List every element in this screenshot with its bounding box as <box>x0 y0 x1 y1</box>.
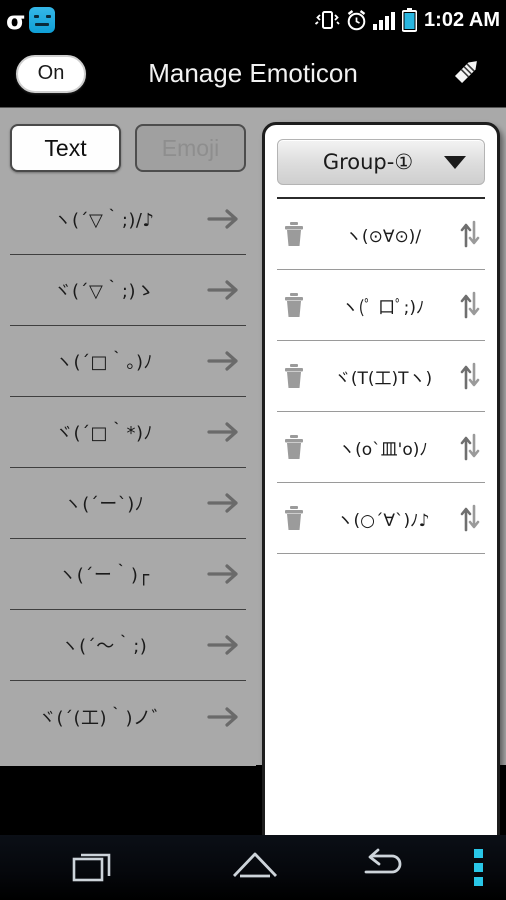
add-to-group-arrow-icon[interactable] <box>202 419 246 445</box>
list-item[interactable]: ヽ(´～｀;) <box>10 610 246 681</box>
sigma-icon: σ <box>6 5 26 35</box>
group-dropdown[interactable]: Group-① <box>277 139 485 185</box>
add-to-group-arrow-icon[interactable] <box>202 561 246 587</box>
text-emoticon-panel: Text Emoji ヽ(´▽｀;)/♪ ヾ(´▽｀;)ゝ ヽ(´□｀｡)ﾉ ヾ… <box>0 108 256 766</box>
group-emoticon-text: ヽ(o`皿'o)ﾉ <box>338 439 428 460</box>
status-bar: σ 1:02 AM <box>0 0 506 40</box>
emoticon-text: ヽ(´ー`)ﾉ <box>63 494 145 515</box>
reorder-icon[interactable] <box>455 220 485 248</box>
table-row[interactable]: ヾ(T(工)Tヽ) <box>277 341 485 412</box>
status-bar-left-icons: σ <box>0 5 56 35</box>
emoticon-text: ヽ(´▽｀;)/♪ <box>53 210 155 231</box>
tab-text[interactable]: Text <box>10 124 121 172</box>
emoticon-text: ヾ(´▽｀;)ゝ <box>53 281 155 302</box>
status-bar-right-icons: 1:02 AM <box>314 0 500 40</box>
table-row[interactable]: ヽ(○´∀`)ﾉ♪ <box>277 483 485 554</box>
vibrate-icon <box>314 9 340 31</box>
group-emoticon-list: ヽ(⊙∀⊙)/ ヽ(ﾟ 口ﾟ;)ﾉ ヾ(T(工)Tヽ) ヽ(o`皿'o)ﾉ ヽ(… <box>265 199 497 554</box>
tab-emoji-label: Emoji <box>161 134 220 161</box>
reorder-icon[interactable] <box>455 433 485 461</box>
group-emoticon-text: ヽ(ﾟ 口ﾟ;)ﾉ <box>341 297 425 318</box>
recents-button[interactable] <box>0 835 190 900</box>
add-to-group-arrow-icon[interactable] <box>202 490 246 516</box>
menu-button[interactable] <box>450 835 506 900</box>
pencil-icon <box>446 50 488 97</box>
list-item[interactable]: ヽ(´▽｀;)/♪ <box>10 184 246 255</box>
menu-icon <box>473 849 483 886</box>
emoticon-text: ヽ(´ー｀)┌ <box>58 565 150 586</box>
alarm-icon <box>345 9 368 32</box>
group-panel: Group-① ヽ(⊙∀⊙)/ ヽ(ﾟ 口ﾟ;)ﾉ ヾ(T(工)Tヽ) ヽ(o`… <box>262 122 500 862</box>
back-button[interactable] <box>320 835 450 900</box>
chevron-down-icon <box>444 155 466 169</box>
trash-icon[interactable] <box>277 434 311 460</box>
emoticon-text: ヽ(´□｀｡)ﾉ <box>54 352 154 373</box>
home-icon <box>231 848 279 887</box>
list-item[interactable]: ヽ(´ー`)ﾉ <box>10 468 246 539</box>
add-to-group-arrow-icon[interactable] <box>202 632 246 658</box>
trash-icon[interactable] <box>277 292 311 318</box>
tab-emoji[interactable]: Emoji <box>135 124 246 172</box>
edit-button[interactable] <box>440 47 494 101</box>
content-area: Text Emoji ヽ(´▽｀;)/♪ ヾ(´▽｀;)ゝ ヽ(´□｀｡)ﾉ ヾ… <box>0 107 506 862</box>
title-bar: On Manage Emoticon <box>0 40 506 107</box>
tab-bar: Text Emoji <box>0 108 256 184</box>
status-bar-clock: 1:02 AM <box>424 9 500 31</box>
battery-icon <box>402 8 418 32</box>
table-row[interactable]: ヽ(o`皿'o)ﾉ <box>277 412 485 483</box>
table-row[interactable]: ヽ(ﾟ 口ﾟ;)ﾉ <box>277 270 485 341</box>
enable-toggle-label: On <box>37 62 65 84</box>
reorder-icon[interactable] <box>455 291 485 319</box>
emoticon-app-icon <box>29 7 56 33</box>
phone-screen: σ 1:02 AM On Manage Emoticon Text Emoji … <box>0 0 506 900</box>
list-item[interactable]: ヽ(´□｀｡)ﾉ <box>10 326 246 397</box>
emoticon-list: ヽ(´▽｀;)/♪ ヾ(´▽｀;)ゝ ヽ(´□｀｡)ﾉ ヾ(´□｀*)ﾉ ヽ(´… <box>0 184 256 752</box>
emoticon-text: ヾ(´(工)｀)ノ゛ <box>37 707 171 729</box>
add-to-group-arrow-icon[interactable] <box>202 206 246 232</box>
trash-icon[interactable] <box>277 505 311 531</box>
list-item[interactable]: ヾ(´(工)｀)ノ゛ <box>10 681 246 752</box>
reorder-icon[interactable] <box>455 362 485 390</box>
trash-icon[interactable] <box>277 221 311 247</box>
group-emoticon-text: ヽ(○´∀`)ﾉ♪ <box>336 510 430 531</box>
tab-text-label: Text <box>44 134 87 161</box>
recents-icon <box>72 847 118 888</box>
system-nav-bar <box>0 835 506 900</box>
signal-icon <box>373 10 397 30</box>
enable-toggle[interactable]: On <box>16 54 86 93</box>
group-emoticon-text: ヽ(⊙∀⊙)/ <box>344 226 422 247</box>
add-to-group-arrow-icon[interactable] <box>202 704 246 730</box>
home-button[interactable] <box>190 835 320 900</box>
group-emoticon-text: ヾ(T(工)Tヽ) <box>333 368 433 389</box>
add-to-group-arrow-icon[interactable] <box>202 277 246 303</box>
reorder-icon[interactable] <box>455 504 485 532</box>
add-to-group-arrow-icon[interactable] <box>202 348 246 374</box>
back-icon <box>362 848 408 887</box>
list-item[interactable]: ヾ(´▽｀;)ゝ <box>10 255 246 326</box>
list-item[interactable]: ヽ(´ー｀)┌ <box>10 539 246 610</box>
emoticon-text: ヾ(´□｀*)ﾉ <box>54 423 154 444</box>
trash-icon[interactable] <box>277 363 311 389</box>
group-dropdown-label: Group-① <box>322 150 414 174</box>
table-row[interactable]: ヽ(⊙∀⊙)/ <box>277 199 485 270</box>
emoticon-text: ヽ(´～｀;) <box>60 636 148 657</box>
list-item[interactable]: ヾ(´□｀*)ﾉ <box>10 397 246 468</box>
